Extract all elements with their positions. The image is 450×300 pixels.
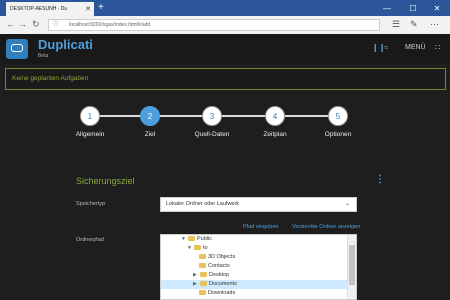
folder-icon <box>188 236 195 242</box>
step-2[interactable]: 2 <box>140 106 160 126</box>
browser-tab-bar: DESKTOP-AESUNH · Du ✕ + — ☐ ✕ <box>0 0 450 16</box>
enter-path-link[interactable]: Pfad eingeben <box>243 224 278 230</box>
window-close-button[interactable]: ✕ <box>424 0 450 16</box>
status-banner: Keine geplanten Aufgaben <box>5 68 446 90</box>
tab-close-icon[interactable]: ✕ <box>82 5 94 13</box>
tree-item[interactable]: Contacts <box>161 262 356 271</box>
folder-icon <box>199 254 206 260</box>
step-label-3[interactable]: Quell-Daten <box>195 131 230 138</box>
maximize-button[interactable]: ☐ <box>400 0 426 16</box>
folder-icon <box>200 272 207 278</box>
step-label-1[interactable]: Allgemein <box>76 131 105 138</box>
minimize-button[interactable]: — <box>374 0 400 16</box>
tree-item-selected[interactable]: ▶ Documents <box>161 280 356 289</box>
step-label-5[interactable]: Optionen <box>325 131 351 138</box>
tab-title: DESKTOP-AESUNH · Du <box>10 6 68 12</box>
storage-type-select[interactable]: Lokaler Ordner oder Laufwerk ⌄ <box>160 197 357 212</box>
back-icon[interactable]: ← <box>6 19 15 29</box>
folder-tree[interactable]: ▼ Public ▼ to 3D Objects Contacts ▶ Desktop… <box>160 234 357 300</box>
tree-item[interactable]: 3D Objects <box>161 253 356 262</box>
grid-icon[interactable]: ∷ <box>435 43 440 52</box>
caret-right-icon[interactable]: ▶ <box>193 280 200 289</box>
menu-button[interactable]: MENÜ <box>405 44 426 51</box>
tree-scrollbar[interactable] <box>347 235 356 299</box>
tree-item[interactable]: Downloads <box>161 289 356 298</box>
tree-item[interactable]: ▼ Public <box>161 235 356 244</box>
tree-item[interactable]: ▶ Desktop <box>161 271 356 280</box>
new-tab-button[interactable]: + <box>98 2 104 14</box>
duplicati-logo-icon <box>6 39 28 59</box>
throttle-icon[interactable]: ≈ <box>384 43 388 52</box>
pen-icon[interactable]: ✎ <box>410 19 418 30</box>
caret-down-icon[interactable]: ▼ <box>187 244 194 253</box>
folder-icon <box>199 290 206 296</box>
step-1[interactable]: 1 <box>80 106 100 126</box>
app-subtitle: Beta <box>38 53 49 59</box>
section-title: Sicherungsziel <box>76 176 135 186</box>
step-label-2[interactable]: Ziel <box>145 131 155 138</box>
step-4[interactable]: 4 <box>265 106 285 126</box>
chevron-down-icon: ⌄ <box>344 201 350 207</box>
folder-icon <box>199 263 206 269</box>
folder-icon <box>194 245 201 251</box>
refresh-icon[interactable]: ↻ <box>32 19 40 30</box>
show-hidden-folders-link[interactable]: Versteckte Ordner anzeigen <box>292 224 360 230</box>
storage-type-label: Speichertyp <box>76 201 106 207</box>
folder-path-label: Ordnerpfad <box>76 237 104 243</box>
tree-item[interactable]: ▼ to <box>161 244 356 253</box>
url-input[interactable]: ⓘ localhost:8200/ngax/index.html#/add <box>48 19 380 31</box>
address-bar: ← → ↻ ⓘ localhost:8200/ngax/index.html#/… <box>0 16 450 35</box>
url-text: localhost:8200/ngax/index.html#/add <box>69 22 151 28</box>
forward-icon[interactable]: → <box>18 19 27 29</box>
caret-right-icon[interactable]: ▶ <box>193 271 200 280</box>
step-5[interactable]: 5 <box>328 106 348 126</box>
step-label-4[interactable]: Zeitplan <box>263 131 286 138</box>
scrollbar-thumb[interactable] <box>349 245 355 285</box>
reading-list-icon[interactable]: ☰ <box>392 19 400 30</box>
step-3[interactable]: 3 <box>202 106 222 126</box>
storage-type-value: Lokaler Ordner oder Laufwerk <box>166 201 240 207</box>
info-icon: ⓘ <box>53 22 60 28</box>
more-icon[interactable]: ⋯ <box>430 19 439 30</box>
app-title: Duplicati <box>38 37 93 52</box>
caret-down-icon[interactable]: ▼ <box>181 235 188 244</box>
browser-tab[interactable]: DESKTOP-AESUNH · Du ✕ <box>6 2 94 16</box>
kebab-icon[interactable]: ⋮ <box>375 174 385 185</box>
folder-icon <box>200 281 207 287</box>
